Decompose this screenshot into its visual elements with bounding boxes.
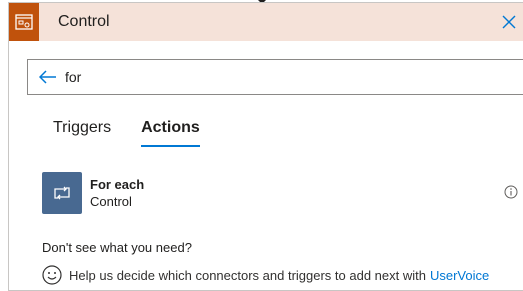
tab-actions[interactable]: Actions: [141, 119, 200, 147]
panel-header: Control: [9, 3, 523, 41]
search-input[interactable]: [65, 69, 445, 85]
info-icon[interactable]: [504, 185, 518, 199]
tab-triggers[interactable]: Triggers: [53, 119, 111, 147]
control-icon: [9, 3, 39, 41]
control-panel: Control Triggers Actions: [8, 2, 523, 291]
action-for-each[interactable]: For each Control: [42, 171, 518, 215]
search-box: [27, 59, 523, 95]
panel-title: Control: [58, 13, 110, 30]
action-connector: Control: [90, 193, 132, 209]
uservoice-link[interactable]: UserVoice: [430, 268, 489, 283]
action-text: For each Control: [90, 177, 144, 210]
tab-bar: Triggers Actions: [53, 119, 230, 147]
help-row: Help us decide which connectors and trig…: [42, 265, 489, 285]
close-icon[interactable]: [499, 12, 519, 32]
action-name: For each: [90, 176, 145, 192]
back-arrow-icon[interactable]: [37, 66, 59, 88]
loop-icon: [42, 172, 82, 214]
smiley-icon: [42, 265, 62, 285]
footer-question: Don't see what you need?: [42, 240, 192, 255]
help-text: Help us decide which connectors and trig…: [69, 267, 426, 283]
